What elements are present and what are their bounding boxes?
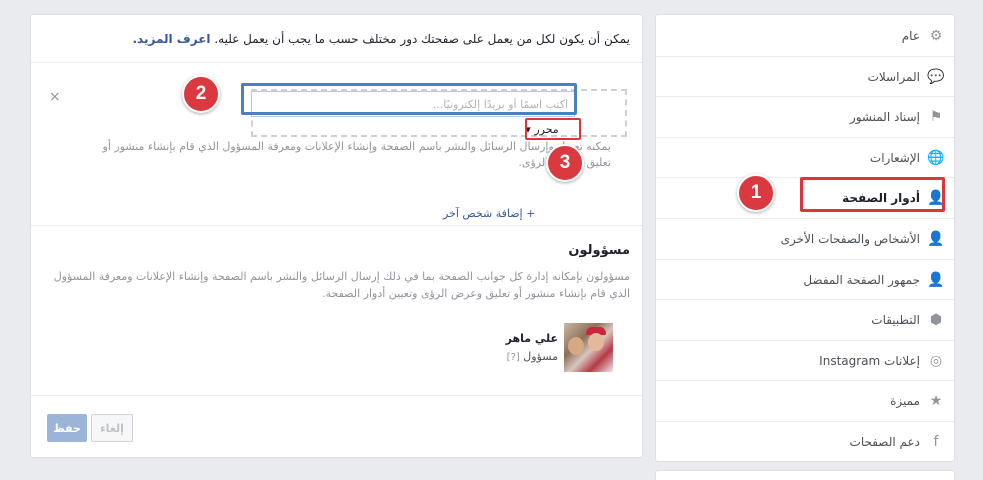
avatar[interactable] <box>564 323 613 372</box>
user-name[interactable]: علي ماهر <box>478 332 558 345</box>
messages-icon: 💬 <box>927 68 945 85</box>
sidebar-item-10[interactable]: ★ مميزة <box>656 380 954 421</box>
admins-description: مسؤولون بإمكانه إدارة كل جوانب الصفحة بم… <box>53 270 630 300</box>
sidebar-item-label: التطبيقات <box>871 313 920 328</box>
sidebar-item-9[interactable]: ◎ إعلانات Instagram <box>656 339 954 381</box>
sidebar-item-5[interactable]: 👤 أدوار الصفحة <box>656 177 954 218</box>
sidebar-item-label: دعم الصفحات <box>849 435 920 449</box>
admins-section: مسؤولون مسؤولون بإمكانه إدارة كل جوانب ا… <box>31 226 642 396</box>
sidebar-item-label: إعلانات Instagram <box>819 353 920 368</box>
person-star-icon: 👤 <box>927 271 945 288</box>
page-roles-panel: يمكن أن يكون لكل من يعمل على صفحتك دور م… <box>30 14 643 458</box>
person-search-input[interactable] <box>251 91 575 117</box>
globe-icon: 🌐 <box>927 149 945 166</box>
sidebar-item-label: إسناد المنشور <box>849 110 920 125</box>
cube-icon: ⬢ <box>929 312 943 329</box>
instagram-icon: ◎ <box>929 352 943 369</box>
gear-icon: ⚙ <box>929 27 943 44</box>
sidebar-item-label: الإشعارات <box>869 150 920 165</box>
sidebar-item-6[interactable]: 👤 الأشخاص والصفحات الأخرى <box>656 218 954 259</box>
role-dropdown[interactable]: محرر ▾ <box>506 120 578 138</box>
sidebar-item-label: جمهور الصفحة المفضل <box>803 272 920 287</box>
assign-role-section: × محرر ▾ يمكنه تعديل وإرسال الرسائل والن… <box>31 63 642 226</box>
sidebar-item-label: المراسلات <box>867 69 920 84</box>
user-role-label: مسؤول <box>523 350 558 363</box>
learn-more-link[interactable]: اعرف المزيد. <box>133 32 211 46</box>
save-button[interactable]: حفظ <box>47 414 87 442</box>
sidebar-item-4[interactable]: 🌐 الإشعارات <box>656 136 954 178</box>
sidebar-item-11[interactable]: f دعم الصفحات <box>656 421 954 462</box>
sidebar-item-label: عام <box>901 28 920 43</box>
star-icon: ★ <box>929 393 943 410</box>
user-role: مسؤول [?] <box>478 350 558 363</box>
admins-heading: مسؤولون <box>568 243 630 258</box>
add-another-person-link[interactable]: + إضافة شخص آخر <box>443 207 535 220</box>
sidebar-item-label: مميزة <box>890 394 920 409</box>
sidebar-item-1[interactable]: ⚙ عام <box>656 15 954 56</box>
sidebar-item-7[interactable]: 👤 جمهور الصفحة المفضل <box>656 258 954 300</box>
sidebar-item-3[interactable]: ⚑ إسناد المنشور <box>656 96 954 137</box>
cancel-button[interactable]: إلغاء <box>91 414 133 442</box>
avatar-face <box>568 337 584 355</box>
intro-text: يمكن أن يكون لكل من يعمل على صفحتك دور م… <box>214 32 630 46</box>
sidebar-item-8[interactable]: ⬢ التطبيقات <box>656 299 954 340</box>
close-icon[interactable]: × <box>49 89 61 105</box>
intro-bar: يمكن أن يكون لكل من يعمل على صفحتك دور م… <box>31 15 642 63</box>
avatar-face <box>588 333 604 351</box>
facebook-icon: f <box>933 434 939 450</box>
role-description: يمكنه تعديل وإرسال الرسائل والنشر باسم ا… <box>102 140 611 169</box>
help-icon[interactable]: [?] <box>507 352 520 363</box>
person-icon: 👤 <box>927 190 945 207</box>
sidebar-item-label: الأشخاص والصفحات الأخرى <box>780 232 920 246</box>
sidebar-lower-panel <box>655 470 955 480</box>
sidebar-item-label: أدوار الصفحة <box>842 191 920 206</box>
flag-icon: ⚑ <box>929 109 943 126</box>
settings-sidebar: ⚙ عام 💬 المراسلات ⚑ إسناد المنشور 🌐 الإشعارات 👤 أ… <box>655 14 955 462</box>
sidebar-item-2[interactable]: 💬 المراسلات <box>656 55 954 97</box>
person-star-icon: 👤 <box>927 231 945 247</box>
